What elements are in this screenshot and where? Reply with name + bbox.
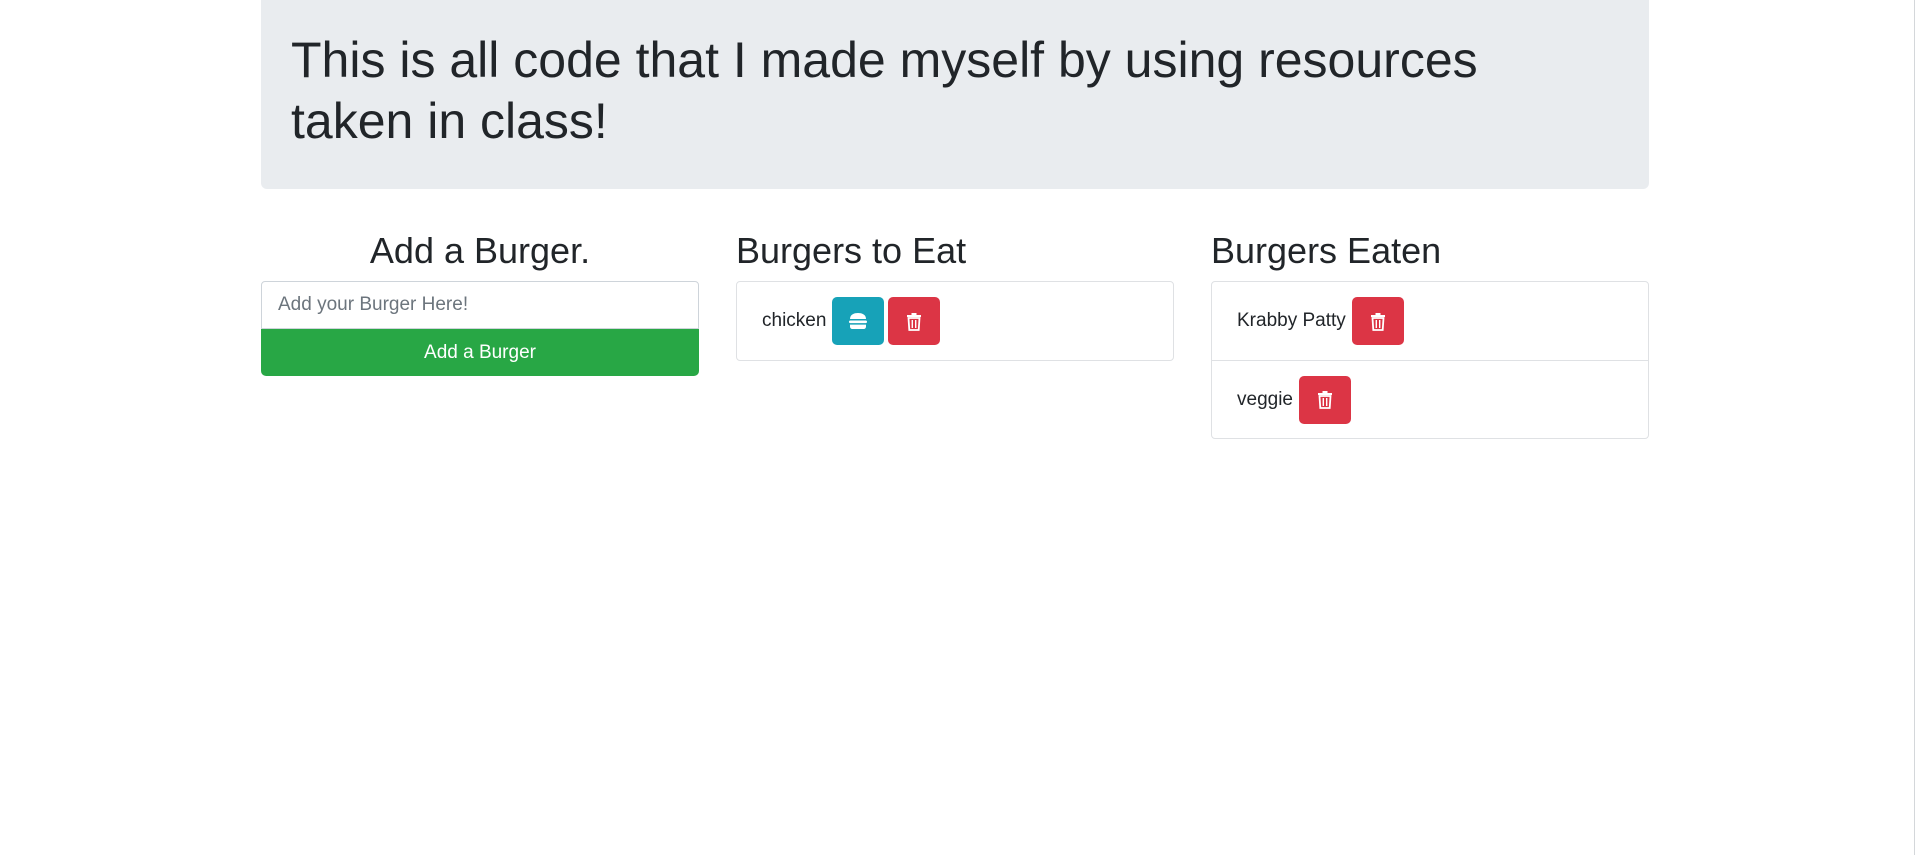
- delete-button[interactable]: [1299, 375, 1351, 424]
- add-burger-heading: Add a Burger.: [369, 230, 591, 271]
- main-container: This is all code that I made myself by u…: [261, 0, 1649, 439]
- list-item: Krabby Patty: [1212, 282, 1648, 360]
- trash-icon: [906, 312, 922, 331]
- burger-name: veggie: [1237, 388, 1293, 410]
- trash-icon: [1317, 390, 1333, 409]
- delete-button[interactable]: [1351, 297, 1404, 345]
- burgers-to-eat-heading: Burgers to Eat: [736, 230, 967, 271]
- jumbotron: This is all code that I made myself by u…: [261, 0, 1649, 189]
- burgers-eaten-list: Krabby Patty veggie: [1211, 281, 1649, 439]
- delete-button[interactable]: [888, 297, 941, 345]
- hamburger-icon: [848, 312, 868, 330]
- devour-button[interactable]: [832, 297, 885, 345]
- burger-name-input[interactable]: [261, 281, 699, 329]
- list-item: veggie: [1212, 360, 1648, 438]
- burgers-eaten-heading: Burgers Eaten: [1211, 230, 1442, 271]
- burger-name: chicken: [762, 310, 827, 331]
- add-burger-column: Add a Burger. Add a Burger: [261, 228, 699, 376]
- burgers-eaten-column: Burgers Eaten Krabby Patty veggie: [1211, 228, 1649, 439]
- burger-name: Krabby Patty: [1237, 310, 1346, 331]
- burgers-to-eat-column: Burgers to Eat chicken: [736, 228, 1174, 361]
- trash-icon: [1370, 312, 1386, 331]
- page-title: This is all code that I made myself by u…: [291, 32, 1478, 149]
- add-burger-button[interactable]: Add a Burger: [261, 329, 699, 376]
- burgers-to-eat-list: chicken: [736, 281, 1174, 361]
- list-item: chicken: [737, 282, 1173, 360]
- page: This is all code that I made myself by u…: [0, 0, 1915, 855]
